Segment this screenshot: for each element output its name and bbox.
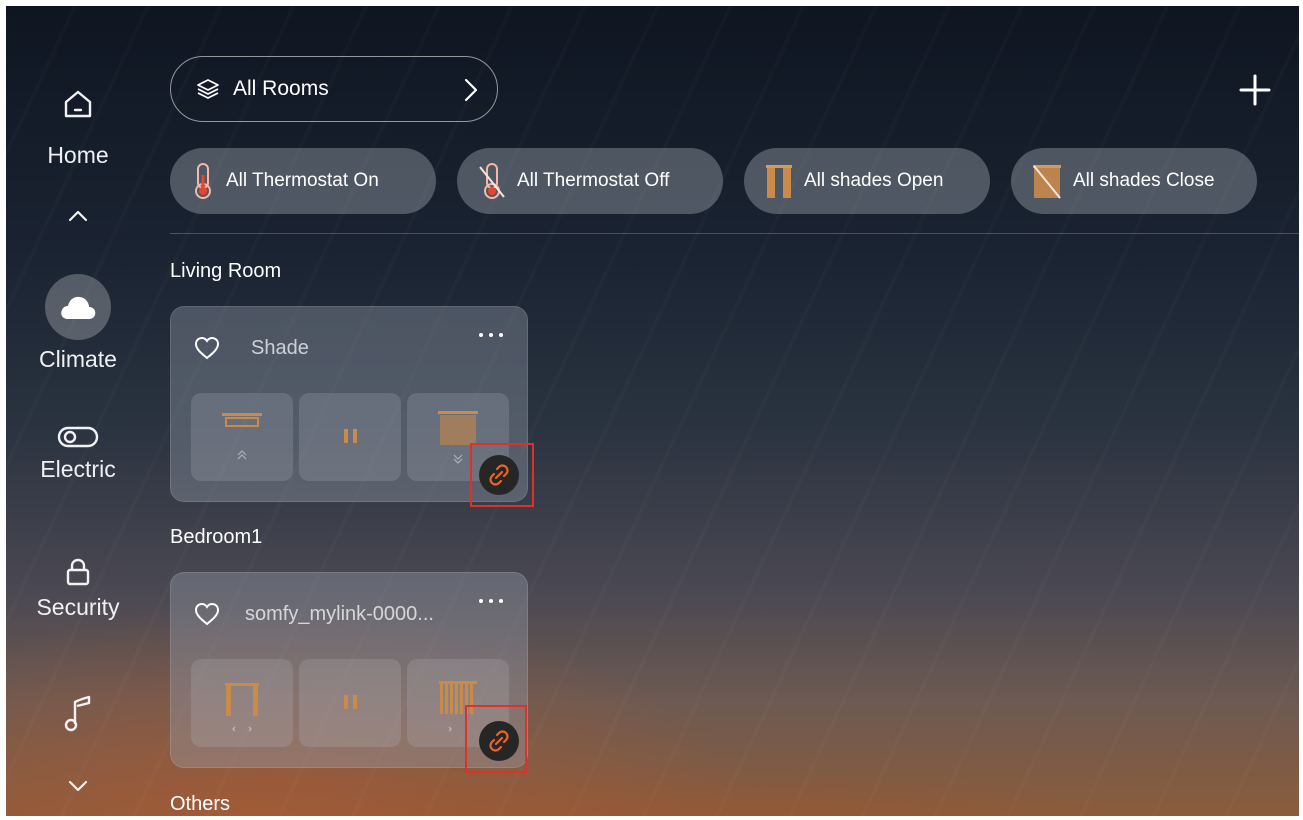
lock-icon <box>66 558 90 586</box>
curtain-pause-button[interactable] <box>299 659 401 747</box>
room-title-bedroom1: Bedroom1 <box>170 526 263 548</box>
curtain-open-icon <box>225 683 259 732</box>
chevron-up-icon[interactable] <box>66 204 90 228</box>
shades-close-icon <box>1031 161 1063 201</box>
toggle-icon <box>57 426 99 448</box>
chevron-right-icon <box>464 78 478 102</box>
shade-open-button[interactable] <box>191 393 293 481</box>
scene-all-thermostat-on-button[interactable]: All Thermostat On <box>170 148 436 214</box>
thermometer-off-icon <box>477 161 507 201</box>
sidebar-item-label: Electric <box>40 456 116 482</box>
room-title-others: Others <box>170 793 231 815</box>
scene-label: All shades Close <box>1073 170 1215 191</box>
scene-all-thermostat-off-button[interactable]: All Thermostat Off <box>457 148 723 214</box>
sidebar-item-label: Security <box>36 594 120 620</box>
room-selector-button[interactable]: All Rooms <box>170 56 498 122</box>
layers-icon <box>197 79 219 99</box>
more-options-icon[interactable] <box>479 333 503 337</box>
climate-active-indicator <box>45 274 111 340</box>
device-name: Shade <box>251 337 309 359</box>
scene-all-shades-close-button[interactable]: All shades Close <box>1011 148 1257 214</box>
music-note-icon <box>64 695 91 732</box>
cloud-icon <box>61 296 96 319</box>
scene-divider <box>170 233 1299 234</box>
home-icon <box>64 90 92 118</box>
scene-all-shades-open-button[interactable]: All shades Open <box>744 148 990 214</box>
heart-icon[interactable] <box>193 335 221 361</box>
sidebar-item-climate[interactable]: Climate <box>6 274 150 373</box>
room-selector-label: All Rooms <box>233 77 329 100</box>
shades-open-icon <box>764 161 794 201</box>
pause-icon <box>344 429 357 443</box>
sidebar-item-electric[interactable]: Electric <box>6 424 150 483</box>
sidebar-item-security[interactable]: Security <box>6 556 150 621</box>
app-screen: Home Climate Electric Security All Rooms… <box>6 6 1299 816</box>
room-title-living-room: Living Room <box>170 260 282 282</box>
sidebar-item-label: Home <box>47 142 109 168</box>
shade-open-icon <box>222 413 262 460</box>
highlight-box <box>465 705 527 773</box>
shade-pause-button[interactable] <box>299 393 401 481</box>
device-name: somfy_mylink-0000... <box>245 603 434 625</box>
highlight-box <box>470 443 534 507</box>
scene-label: All Thermostat On <box>226 170 379 191</box>
sidebar-item-label: Climate <box>39 346 117 372</box>
sidebar-item-music[interactable] <box>6 694 150 734</box>
heart-icon[interactable] <box>193 601 221 627</box>
sidebar: Home Climate Electric Security <box>6 6 150 816</box>
sidebar-item-home[interactable]: Home <box>6 86 150 169</box>
scene-label: All shades Open <box>804 170 944 191</box>
plus-icon[interactable] <box>1237 72 1273 108</box>
chevron-down-icon[interactable] <box>66 774 90 798</box>
thermometer-icon <box>190 161 216 201</box>
curtain-open-button[interactable] <box>191 659 293 747</box>
scene-label: All Thermostat Off <box>517 170 670 191</box>
more-options-icon[interactable] <box>479 599 503 603</box>
pause-icon <box>344 695 357 709</box>
